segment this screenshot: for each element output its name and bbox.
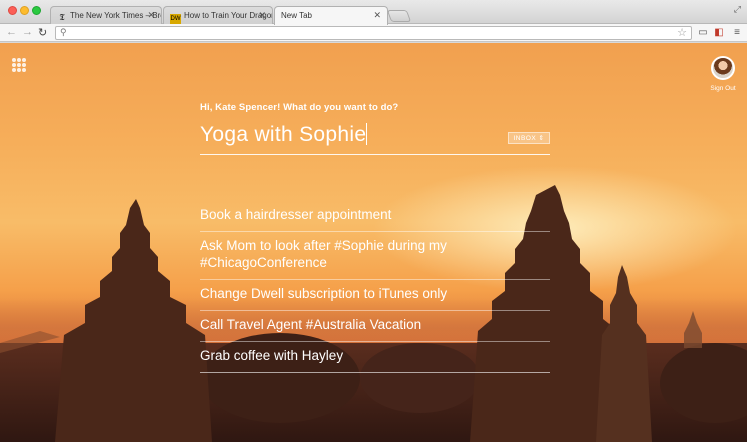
todo-item[interactable]: Book a hairdresser appointment [200, 201, 550, 232]
todo-item[interactable]: Grab coffee with Hayley [200, 342, 550, 373]
text-caret [366, 123, 368, 145]
todo-item[interactable]: Call Travel Agent #Australia Vacation [200, 311, 550, 342]
close-tab-icon[interactable]: ✕ [147, 10, 155, 21]
left-temple-silhouette [55, 199, 212, 442]
menu-icon[interactable]: ≡ [731, 27, 743, 39]
momentum-new-tab-page: Sign Out Hi, Kate Spencer! What do you w… [0, 43, 747, 442]
reload-icon[interactable]: ↻ [38, 26, 47, 39]
sign-out-link[interactable]: Sign Out [705, 85, 741, 92]
nyt-favicon-icon: 𝕿 [59, 13, 65, 23]
todo-item[interactable]: Change Dwell subscription to iTunes only [200, 280, 550, 311]
close-tab-icon[interactable]: ✕ [258, 10, 266, 21]
tab-how-to-train-your-dragon[interactable]: DW How to Train Your Dragon ✕ [163, 6, 273, 25]
cast-icon[interactable]: ▭ [697, 27, 709, 39]
forward-arrow-icon[interactable]: → [22, 26, 33, 38]
window-minimize-button[interactable] [20, 6, 29, 15]
small-temple-silhouette [596, 265, 652, 442]
greeting-text: Hi, Kate Spencer! What do you want to do… [200, 102, 399, 113]
address-bar[interactable]: ⚲ ☆ [55, 26, 692, 40]
inbox-selector-button[interactable]: INBOX ⇕ [508, 132, 550, 144]
distant-pagoda-silhouette [684, 311, 702, 348]
extension-icon[interactable]: ◧ [713, 27, 725, 39]
window-maximize-button[interactable] [32, 6, 41, 15]
todo-item[interactable]: Ask Mom to look after #Sophie during my … [200, 232, 550, 280]
window-close-button[interactable] [8, 6, 17, 15]
dreamworks-favicon-icon: DW [170, 14, 181, 24]
bookmark-star-icon[interactable]: ☆ [677, 26, 687, 39]
close-tab-icon[interactable]: ✕ [373, 10, 381, 21]
apps-grid-icon[interactable] [12, 58, 26, 72]
user-avatar[interactable] [711, 56, 735, 80]
todo-list: Book a hairdresser appointment Ask Mom t… [200, 201, 550, 373]
tab-label: New Tab [281, 11, 312, 20]
back-arrow-icon[interactable]: ← [6, 26, 17, 38]
fullscreen-icon[interactable]: ⤢ [734, 4, 741, 15]
tab-nytimes[interactable]: 𝕿 The New York Times – Bre ✕ [50, 6, 162, 25]
todo-input-value: Yoga with Sophie [200, 123, 367, 146]
tab-strip: 𝕿 The New York Times – Bre ✕ DW How to Tra… [0, 0, 747, 25]
search-icon: ⚲ [60, 27, 67, 37]
todo-input[interactable]: Yoga with Sophie [200, 123, 550, 155]
browser-toolbar: ← → ↻ ⚲ ☆ ▭ ◧ ≡ [0, 24, 747, 42]
distant-hills [0, 331, 60, 353]
tab-new-tab[interactable]: New Tab ✕ [274, 6, 388, 25]
new-tab-button[interactable] [386, 10, 412, 22]
